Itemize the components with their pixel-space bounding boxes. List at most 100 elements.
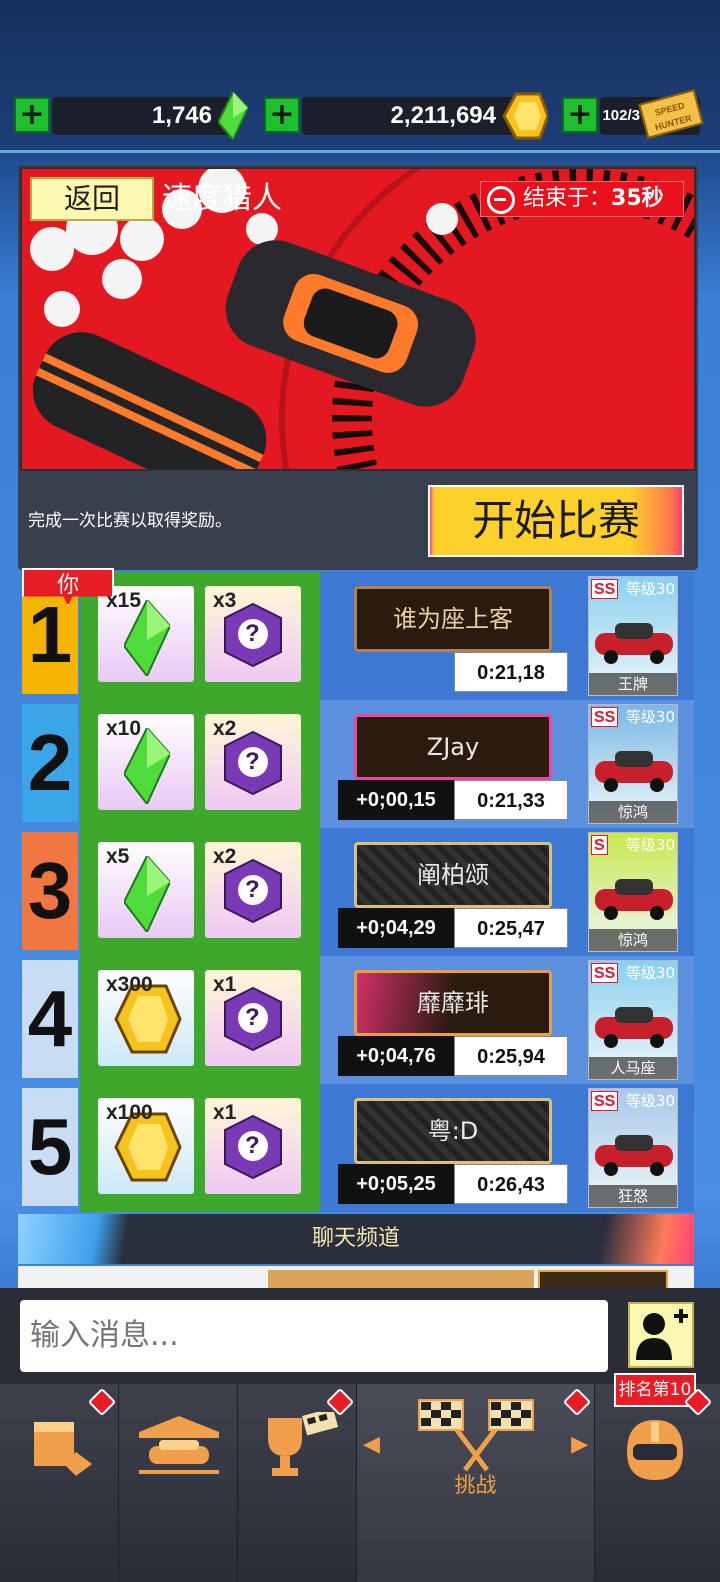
car-image <box>595 879 673 920</box>
add-coins-button[interactable]: + <box>264 97 300 133</box>
rank-number: 5 <box>22 1088 78 1206</box>
checkered-flags-icon <box>418 1399 534 1472</box>
nav-shop[interactable] <box>0 1384 119 1582</box>
rank-number: 3 <box>22 832 78 950</box>
leaderboard-row[interactable]: 1 x15? x3 谁为座上客 0:21,18 SS 等级30 王牌 <box>18 572 694 700</box>
mystery-reward[interactable]: ? x2 <box>205 842 301 938</box>
bottom-navigation: ◀ 挑战 ▶ <box>0 1384 720 1582</box>
add-tickets-button[interactable]: + <box>562 97 598 133</box>
car-level: 等级30 <box>625 836 675 854</box>
add-friend-icon <box>636 1309 688 1360</box>
reward-quantity: x10 <box>106 717 142 740</box>
chat-preview <box>18 1266 694 1288</box>
car-card[interactable]: SS 等级30 人马座 <box>588 960 678 1080</box>
car-card[interactable]: SS 等级30 王牌 <box>588 576 678 696</box>
gems-counter: 1,746 <box>52 97 232 135</box>
mystery-reward[interactable]: ? x1 <box>205 970 301 1066</box>
car-class-badge: SS <box>591 707 619 727</box>
trophy-icon <box>268 1412 338 1476</box>
tickets-value: 102/3 <box>602 107 640 124</box>
car-card[interactable]: SS 等级30 狂怒 <box>588 1088 678 1208</box>
gem-reward[interactable]: x5 <box>98 842 194 938</box>
nav-trophies[interactable] <box>238 1384 357 1582</box>
event-description: 完成一次比赛以取得奖励。 <box>28 511 232 531</box>
timer-icon <box>487 186 515 214</box>
reward-quantity: x1 <box>213 973 237 996</box>
chat-preview-badge <box>538 1270 668 1288</box>
leaderboard-row[interactable]: 2 x10? x2 ZJay +0;00,15 0:21,33 SS 等级30 惊鸿 <box>18 700 694 828</box>
chat-message-input[interactable] <box>20 1300 608 1372</box>
event-panel: 返回 速度猎人 结束于：35秒 完成一次比赛以取得奖励。 开始比赛 <box>18 165 698 570</box>
gem-reward[interactable]: x15 <box>98 586 194 682</box>
coins-counter: 2,211,694 <box>302 97 522 135</box>
event-banner: 返回 速度猎人 结束于：35秒 <box>20 167 696 471</box>
reward-quantity: x2 <box>213 717 237 740</box>
coin-reward[interactable]: x300 <box>98 970 194 1066</box>
reward-quantity: x100 <box>106 1101 153 1124</box>
car-image <box>595 1135 673 1176</box>
leaderboard-row[interactable]: 3 x5? x2 阐柏颂 +0;04,29 0:25,47 S 等级30 惊鸿 <box>18 828 694 956</box>
mystery-mark: ? <box>245 620 260 647</box>
player-name-plate[interactable]: 阐柏颂 <box>354 842 552 908</box>
nav-challenge[interactable]: ◀ 挑战 ▶ <box>357 1384 595 1582</box>
nav-next-arrow[interactable]: ▶ <box>571 1432 588 1457</box>
car-image <box>595 1007 673 1048</box>
gem-reward[interactable]: x10 <box>98 714 194 810</box>
player-name-plate[interactable]: 靡靡琲 <box>354 970 552 1036</box>
nav-prev-arrow[interactable]: ◀ <box>363 1432 380 1457</box>
event-title: 速度猎人 <box>162 181 282 216</box>
car-image <box>595 751 673 792</box>
racer-info: 粤:D +0;05,25 0:26,43 SS 等级30 狂怒 <box>320 1084 694 1212</box>
car-class-badge: SS <box>591 1091 619 1111</box>
timer-label: 结束于： <box>523 186 612 211</box>
helmet-icon <box>627 1420 683 1480</box>
leaderboard-row[interactable]: 4 x300? x1 靡靡琲 +0;04,76 0:25,94 SS 等级30 人马座 <box>18 956 694 1084</box>
car-name: 王牌 <box>589 673 677 695</box>
rank-number: 4 <box>22 960 78 1078</box>
mystery-mark: ? <box>245 748 260 775</box>
nav-challenge-label: 挑战 <box>454 1473 497 1497</box>
gem-icon <box>124 856 170 932</box>
race-time: 0:26,43 <box>454 1164 568 1204</box>
race-time: 0:21,33 <box>454 780 568 820</box>
timer-value: 35秒 <box>611 186 664 211</box>
chat-preview-plate <box>268 1270 534 1288</box>
race-time: 0:25,94 <box>454 1036 568 1076</box>
leaderboard-row[interactable]: 5 x100? x1 粤:D +0;05,25 0:26,43 SS 等级30 狂怒 <box>18 1084 694 1212</box>
car-name: 人马座 <box>589 1057 677 1079</box>
time-gap: +0;05,25 <box>338 1164 454 1204</box>
racer-info: 阐柏颂 +0;04,29 0:25,47 S 等级30 惊鸿 <box>320 828 694 956</box>
start-race-button[interactable]: 开始比赛 <box>428 485 684 557</box>
add-friend-button[interactable] <box>628 1302 694 1368</box>
nav-profile[interactable] <box>595 1384 720 1582</box>
racer-info: 谁为座上客 0:21,18 SS 等级30 王牌 <box>320 572 694 700</box>
car-class-badge: SS <box>591 963 619 983</box>
race-time: 0:25,47 <box>454 908 568 948</box>
car-image <box>595 623 673 664</box>
mystery-mark: ? <box>245 1132 260 1159</box>
chat-channel-bar[interactable]: 聊天频道 <box>18 1214 694 1264</box>
reward-quantity: x5 <box>106 845 130 868</box>
race-time: 0:21,18 <box>454 652 568 692</box>
coin-reward[interactable]: x100 <box>98 1098 194 1194</box>
reward-quantity: x1 <box>213 1101 237 1124</box>
mystery-reward[interactable]: ? x3 <box>205 586 301 682</box>
car-name: 狂怒 <box>589 1185 677 1207</box>
coins-value: 2,211,694 <box>390 102 496 129</box>
car-card[interactable]: S 等级30 惊鸿 <box>588 832 678 952</box>
mystery-reward[interactable]: ? x2 <box>205 714 301 810</box>
player-name-plate[interactable]: 粤:D <box>354 1098 552 1164</box>
car-card[interactable]: SS 等级30 惊鸿 <box>588 704 678 824</box>
add-gems-button[interactable]: + <box>14 97 50 133</box>
rank-number: 2 <box>22 704 78 822</box>
nav-garage[interactable] <box>119 1384 238 1582</box>
back-button[interactable]: 返回 <box>30 177 154 221</box>
player-name-plate[interactable]: ZJay <box>354 714 552 780</box>
time-gap: +0;00,15 <box>338 780 454 820</box>
player-name-plate[interactable]: 谁为座上客 <box>354 586 552 652</box>
car-level: 等级30 <box>625 1092 675 1110</box>
car-level: 等级30 <box>625 964 675 982</box>
reward-quantity: x3 <box>213 589 237 612</box>
mystery-reward[interactable]: ? x1 <box>205 1098 301 1194</box>
car-level: 等级30 <box>625 708 675 726</box>
